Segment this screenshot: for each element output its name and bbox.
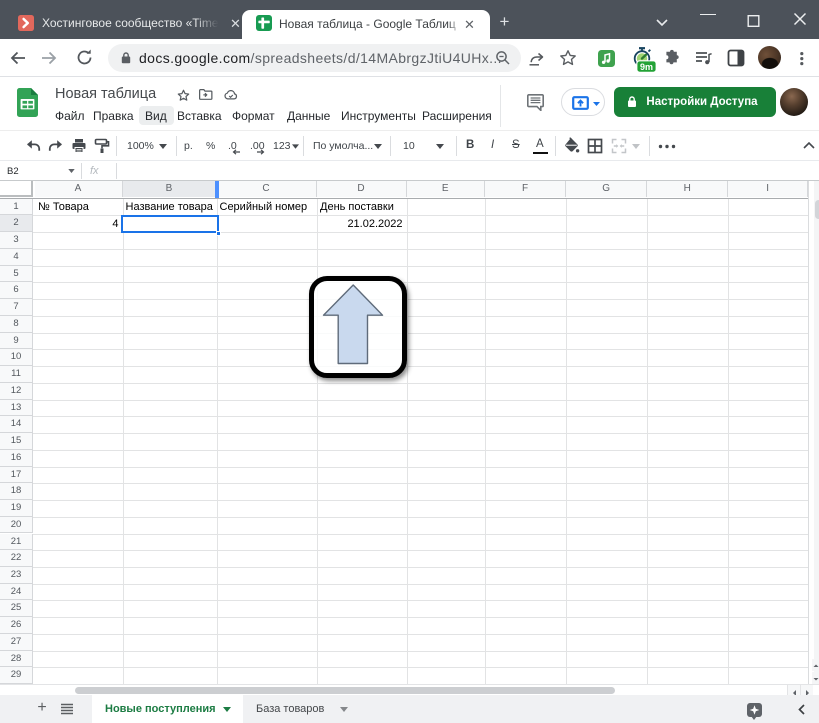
svg-text:9m: 9m [640,62,653,72]
